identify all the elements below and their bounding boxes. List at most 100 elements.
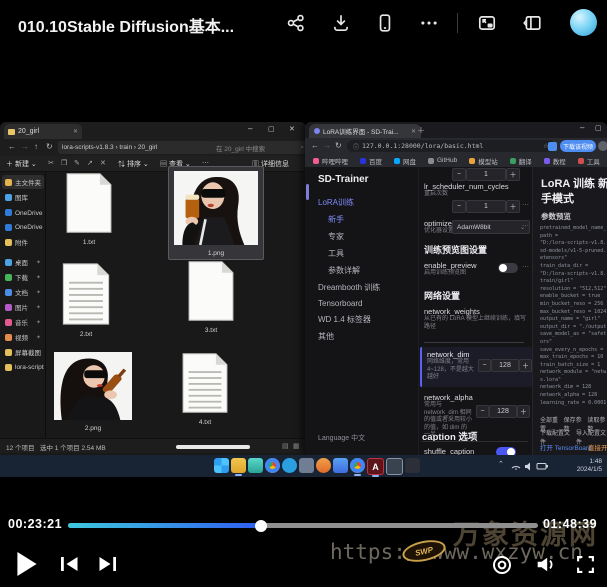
more-button[interactable] (416, 10, 442, 36)
previous-button[interactable] (60, 556, 79, 572)
share-button[interactable] (283, 10, 309, 36)
progress-bar[interactable] (68, 523, 538, 528)
bookmark-2[interactable]: 网盘 (394, 156, 416, 166)
view-icons-toggle-icon[interactable]: ▦ (293, 442, 300, 450)
file-tile-1.txt[interactable]: 1.txt (58, 172, 120, 248)
alpha-minus-button[interactable]: − (476, 405, 489, 418)
warmup-minus-button[interactable]: − (452, 168, 466, 181)
bookmark-favicon (469, 158, 475, 164)
bookmark-label: GitHub (437, 157, 457, 164)
dim-value[interactable]: 128 (491, 359, 519, 372)
file-thumbnail (178, 352, 232, 414)
progress-thumb[interactable] (255, 520, 267, 532)
file-name: 3.txt (182, 327, 240, 334)
trainer-nav-5[interactable]: Dreambooth 训练 (318, 279, 414, 296)
fullscreen-button[interactable] (576, 555, 595, 574)
dim-minus-button[interactable]: − (478, 359, 491, 372)
bookmark-7[interactable]: 工具 (578, 156, 600, 166)
video-frame[interactable]: 20_girl ✕ – ▢ ✕ ← → ↑ ↻ lora-scripts-v1.… (0, 50, 607, 510)
bookmark-3[interactable]: GitHub (428, 157, 457, 164)
bookmark-4[interactable]: 模型站 (469, 156, 498, 166)
edge-icon[interactable] (350, 458, 365, 473)
download-button[interactable] (328, 10, 354, 36)
browser-forward-icon[interactable]: → (323, 141, 331, 150)
file-tile-4.txt[interactable]: 4.txt (176, 352, 234, 428)
explorer-statusbar: 12 个项目 选中 1 个项目 2.54 MB ▤ ▦ (0, 438, 306, 453)
trainer-app-icon[interactable]: A (367, 458, 384, 475)
site-info-icon[interactable]: ⓘ (353, 142, 359, 151)
row-more-icon[interactable]: ⋯ (522, 222, 529, 230)
trainer-nav-4[interactable]: 参数详解 (318, 262, 414, 279)
browser-maximize-button[interactable]: ▢ (595, 124, 602, 132)
mobile-play-button[interactable] (372, 10, 398, 36)
new-tab-icon[interactable]: ＋ (417, 125, 425, 136)
chrome-icon[interactable] (265, 458, 280, 473)
photos-icon[interactable] (333, 458, 348, 473)
page-scrollbar[interactable] (306, 184, 309, 200)
file-tile-2.png[interactable]: 2.png (52, 352, 134, 434)
trainer-nav-1[interactable]: 新手 (318, 211, 414, 228)
taskbar-clock[interactable]: 1:48 2024/1/5 (560, 458, 602, 474)
dim-plus-button[interactable]: ＋ (519, 359, 532, 372)
doc-subtitle: 参数预览 (541, 211, 571, 222)
bookmark-6[interactable]: 教程 (544, 156, 566, 166)
cycles-minus-button[interactable]: − (452, 200, 466, 213)
download-video-pill[interactable]: 下载该视频 (560, 140, 596, 152)
warmup-value[interactable]: 1 (466, 168, 506, 181)
open-tensorboard-link[interactable]: 打开 TensorBoard (540, 442, 592, 452)
browser-refresh-icon[interactable]: ↻ (335, 141, 342, 150)
total-time: 01:48:39 (543, 517, 597, 531)
shuffle-caption-toggle[interactable] (496, 447, 516, 455)
volume-button[interactable] (536, 556, 555, 573)
mail-icon[interactable] (299, 458, 314, 473)
browser-back-icon[interactable]: ← (311, 141, 319, 150)
file-tile-3.txt[interactable]: 3.txt (182, 260, 240, 336)
horizontal-scrollbar[interactable] (176, 445, 250, 449)
store-icon[interactable] (248, 458, 263, 473)
terminal-icon[interactable] (405, 458, 420, 473)
telegram-icon[interactable] (282, 458, 297, 473)
trainer-language[interactable]: Language 中文 (318, 433, 365, 443)
cycles-plus-button[interactable]: ＋ (506, 200, 520, 213)
tab-close-icon[interactable]: ✕ (411, 128, 416, 135)
system-tray-icons[interactable] (510, 460, 554, 472)
alpha-value[interactable]: 128 (489, 405, 517, 418)
bookmark-5[interactable]: 翻译 (510, 156, 532, 166)
browser-tab[interactable]: LoRA训练界面 - SD-Trai... ✕ (309, 124, 421, 138)
start-button[interactable] (214, 458, 229, 473)
cycles-value[interactable]: 1 (466, 200, 506, 213)
display-icon[interactable] (386, 458, 403, 475)
pip-button[interactable] (474, 10, 500, 36)
network-weights-input[interactable] (424, 333, 524, 343)
start-training-link[interactable]: 直接开始训练 (588, 442, 607, 452)
warmup-plus-button[interactable]: ＋ (506, 168, 520, 181)
bookmark-0[interactable]: 哔哩哔哩 (313, 156, 348, 166)
trainer-nav-7[interactable]: WD 1.4 标签器 (318, 311, 414, 328)
extension-icon[interactable] (548, 142, 557, 151)
loop-button[interactable] (492, 555, 512, 575)
browser-minimize-button[interactable]: – (580, 123, 584, 132)
view-details-toggle-icon[interactable]: ▤ (282, 442, 289, 450)
avatar[interactable] (570, 9, 597, 36)
trainer-nav-8[interactable]: 其他 (318, 328, 414, 345)
optimizer-select[interactable]: AdamW8bit ⌄ (452, 220, 530, 234)
trainer-nav-0[interactable]: LoRA训练 (318, 194, 414, 211)
enable-preview-toggle[interactable] (498, 263, 518, 273)
play-button[interactable] (16, 552, 38, 576)
firefox-icon[interactable] (316, 458, 331, 473)
trainer-nav-3[interactable]: 工具 (318, 245, 414, 262)
file-explorer-icon[interactable] (231, 458, 246, 473)
bookmark-1[interactable]: 百度 (360, 156, 382, 166)
tray-chevron-icon[interactable]: ⌃ (498, 460, 504, 468)
next-button[interactable] (98, 556, 117, 572)
browser-avatar[interactable] (598, 141, 607, 151)
trainer-nav-6[interactable]: Tensorboard (318, 296, 414, 311)
row-more-icon[interactable]: ⋯ (522, 263, 529, 271)
address-bar[interactable]: ⓘ 127.0.0.1:28000/lora/basic.html ☆ (347, 140, 555, 152)
file-tile-2.txt[interactable]: 2.txt (54, 262, 118, 340)
trainer-nav-2[interactable]: 专家 (318, 228, 414, 245)
alpha-plus-button[interactable]: ＋ (517, 405, 530, 418)
file-tile-1.png[interactable]: 1.png (168, 166, 264, 260)
side-panel-button[interactable] (519, 10, 545, 36)
row-more-icon[interactable]: ⋯ (522, 201, 529, 209)
